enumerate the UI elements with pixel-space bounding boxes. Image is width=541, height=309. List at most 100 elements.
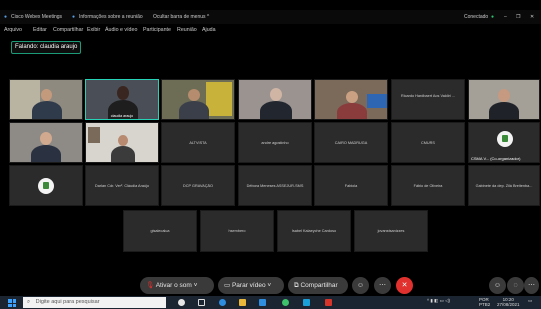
leave-meeting-button[interactable]: ✕ <box>396 277 413 294</box>
clock[interactable]: 10:20 27/08/2021 <box>497 297 520 307</box>
participant-head <box>188 89 200 101</box>
participant-tile-no-video[interactable]: Isabel Kalaeyche Cardoso <box>277 210 351 252</box>
store-icon[interactable] <box>259 299 266 306</box>
notifications-icon[interactable]: ▭ <box>528 298 532 304</box>
presentation-app-icon[interactable] <box>325 299 332 306</box>
menu-ajuda[interactable]: Ajuda <box>202 27 216 33</box>
participant-tile-no-video[interactable]: andre agostinho <box>238 122 312 163</box>
participant-tile-no-video[interactable]: Débora Meneses ASSEJUR-SMS <box>238 165 312 206</box>
participant-name: hsembero <box>228 229 246 233</box>
participant-name: Fábio de Oliveira <box>413 183 443 188</box>
participant-tile-no-video[interactable]: DCP GRAVAÇÃO <box>161 165 235 206</box>
meeting-info-button[interactable]: Informações sobre a reunião <box>79 14 143 20</box>
participant-tile-no-video[interactable] <box>9 165 83 206</box>
smiley-icon: ☺ <box>356 282 365 289</box>
participant-tile-no-video[interactable]: CMURS <box>391 122 465 163</box>
video-tile[interactable] <box>238 79 312 120</box>
participant-tile-no-video[interactable]: Gabinete da dep. Zilá Breitenba... <box>468 165 540 206</box>
whatsapp-icon[interactable] <box>282 299 289 306</box>
participant-head <box>346 91 358 103</box>
participant-head <box>40 132 52 145</box>
participant-body <box>179 101 209 119</box>
participant-name: CSMA V... (Co-organizador) <box>471 156 521 161</box>
participant-tile-co-organizer[interactable]: CSMA V... (Co-organizador) <box>468 122 540 163</box>
video-tile-claudia-araujo[interactable]: claudia araujo <box>85 79 159 120</box>
video-tile[interactable] <box>9 122 83 163</box>
language-indicator[interactable]: POR PTB2 <box>479 297 490 307</box>
participant-name: CAIRO MADRUGA <box>334 140 368 145</box>
panel-more-button[interactable]: ⋯ <box>524 277 539 294</box>
video-tile[interactable] <box>85 122 159 163</box>
info-icon[interactable]: ● <box>72 14 75 20</box>
participant-name: Isabel Kalaeyche Cardoso <box>291 229 337 233</box>
video-tile[interactable] <box>161 79 235 120</box>
participant-name: claudia araujo <box>110 114 134 118</box>
reactions-button[interactable]: ☺ <box>352 277 369 294</box>
file-explorer-icon[interactable] <box>239 299 246 306</box>
participant-name: CMURS <box>421 140 435 145</box>
menu-participante[interactable]: Participante <box>143 27 171 33</box>
participant-body <box>32 101 62 119</box>
stop-video-button[interactable]: ▭ Parar vídeo ˅ <box>218 277 284 294</box>
participant-name: gisalecalua <box>150 229 170 233</box>
hide-menu-bar-button[interactable]: Ocultar barra de menus ^ <box>153 14 209 20</box>
menu-editar[interactable]: Editar <box>33 27 47 33</box>
cortana-icon[interactable] <box>178 299 185 306</box>
participant-head <box>270 88 282 101</box>
participant-name: Fabiola <box>344 183 358 188</box>
more-options-button[interactable]: ⋯ <box>374 277 391 294</box>
menu-arquivo[interactable]: Arquivo <box>4 27 22 33</box>
unmute-button[interactable]: 🎙 Ativar o som ˅ <box>140 277 214 294</box>
menu-bar: Arquivo Editar Compartilhar Exibir Áudio… <box>0 24 541 36</box>
participant-body <box>31 145 61 162</box>
chat-button[interactable]: ◌ <box>507 277 524 294</box>
close-window-button[interactable]: ✕ <box>530 14 534 20</box>
participant-tile-no-video[interactable]: Ricardo Hardbaert Aos Valdiri ... <box>391 79 465 120</box>
more-icon: ⋯ <box>528 282 535 289</box>
connection-dot-icon: ● <box>491 14 495 20</box>
participant-tile-no-video[interactable]: Fábio de Oliveira <box>391 165 465 206</box>
minimize-button[interactable]: – <box>504 14 507 20</box>
share-button[interactable]: ⧉ Compartilhar <box>288 277 348 294</box>
participant-name: DCP GRAVAÇÃO <box>183 183 213 188</box>
participant-head <box>118 135 128 146</box>
video-tile[interactable] <box>9 79 83 120</box>
menu-exibir[interactable]: Exibir <box>87 27 100 33</box>
participants-button[interactable]: ☺ <box>489 277 506 294</box>
participant-name: andre agostinho <box>261 140 289 145</box>
participant-body <box>260 101 292 119</box>
maximize-button[interactable]: ❐ <box>516 14 520 20</box>
menu-compartilhar[interactable]: Compartilhar <box>53 27 83 33</box>
menu-audio-video[interactable]: Áudio e vídeo <box>105 27 137 33</box>
webex-taskbar-icon[interactable] <box>303 299 310 306</box>
participant-tile-no-video[interactable]: hsembero <box>200 210 274 252</box>
close-icon: ✕ <box>401 282 408 289</box>
webex-logo-icon: ● <box>4 14 8 20</box>
video-tile[interactable] <box>468 79 540 120</box>
participant-head <box>117 86 129 100</box>
participant-tile-no-video[interactable]: jovanstsanizzes <box>354 210 428 252</box>
more-icon: ⋯ <box>379 282 386 289</box>
system-tray-icons[interactable]: ^ ▮ ◧ ▭ ◁) <box>427 298 450 304</box>
menu-reuniao[interactable]: Reunião <box>177 27 197 33</box>
video-tile[interactable] <box>314 79 388 120</box>
participant-body <box>337 103 367 119</box>
task-view-icon[interactable] <box>198 299 205 306</box>
participant-tile-no-video[interactable]: Fabiola <box>314 165 388 206</box>
participant-body <box>489 102 519 119</box>
camera-icon: ▭ <box>224 282 231 289</box>
participant-tile-no-video[interactable]: CAIRO MADRUGA <box>314 122 388 163</box>
connection-status: Conectado <box>464 14 489 20</box>
microphone-muted-icon: 🎙 <box>146 282 155 289</box>
taskbar-search-input[interactable]: ⌕ Digite aqui para pesquisar <box>23 297 166 308</box>
active-speaker-label: Falando: claudia araujo <box>11 41 82 54</box>
edge-browser-icon[interactable] <box>219 299 226 306</box>
participant-tile-no-video[interactable]: gisalecalua <box>123 210 197 252</box>
windows-start-icon[interactable] <box>8 299 16 307</box>
participant-name: Ricardo Hardbaert Aos Valdiri ... <box>401 93 455 98</box>
participant-tile-no-video[interactable]: Darlan Cdr. Ver². Cláudia Araújo <box>85 165 159 206</box>
participant-tile-no-video[interactable]: ALTVISTA <box>161 122 235 163</box>
participant-name: jovanstsanizzes <box>377 229 405 233</box>
participant-name: ALTVISTA <box>189 140 207 145</box>
participant-name: Gabinete da dep. Zilá Breitenba... <box>475 183 533 188</box>
